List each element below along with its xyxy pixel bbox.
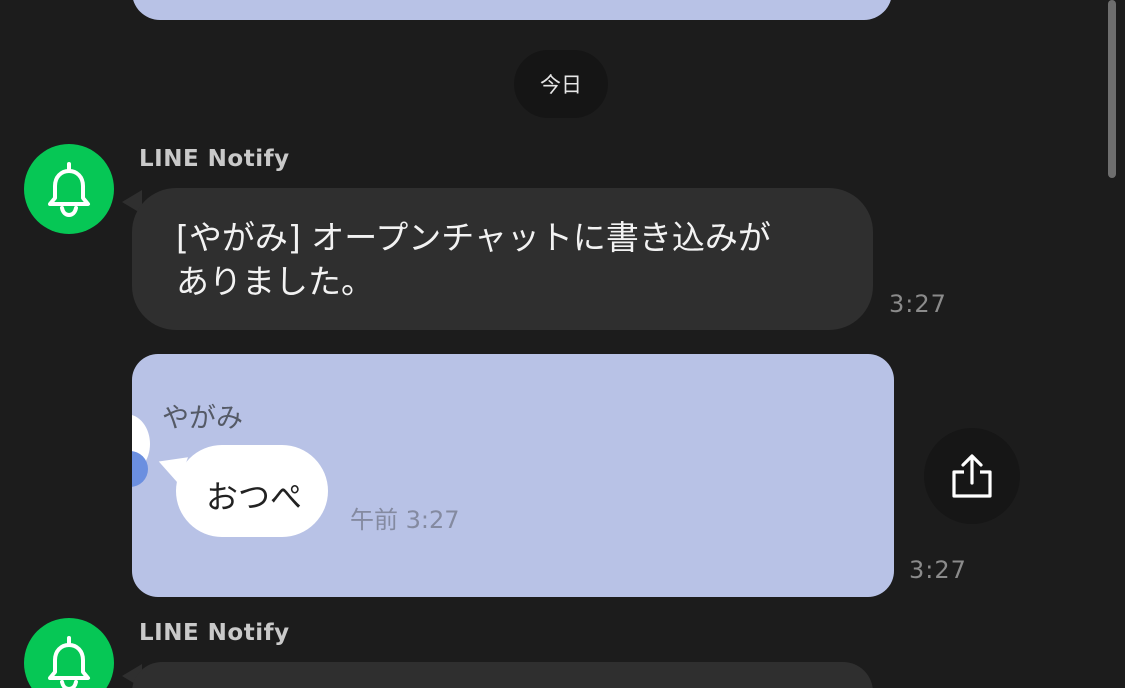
- message-bubble[interactable]: [132, 662, 873, 688]
- bell-icon: [48, 162, 90, 218]
- previous-image-message[interactable]: [132, 0, 892, 20]
- share-button[interactable]: [924, 428, 1020, 524]
- date-divider-label: 今日: [540, 73, 582, 97]
- message-time: 3:27: [889, 290, 947, 318]
- scrollbar[interactable]: [1108, 0, 1116, 178]
- sender-avatar[interactable]: [24, 144, 114, 234]
- sender-avatar[interactable]: [24, 618, 114, 688]
- share-icon: [952, 454, 992, 498]
- message-bubble[interactable]: [やがみ] オープンチャットに書き込みが ありました。: [132, 188, 873, 330]
- image-message[interactable]: やがみ おつぺ 午前 3:27: [132, 354, 894, 597]
- image-time: 午前 3:27: [350, 506, 460, 534]
- message-text: [やがみ] オープンチャットに書き込みが ありました。: [176, 218, 771, 301]
- chat-view: 今日 LINE Notify [やがみ] オープンチャットに書き込みが ありまし…: [0, 0, 1125, 688]
- date-divider: 今日: [514, 50, 608, 118]
- bell-icon: [48, 636, 90, 688]
- sender-name: LINE Notify: [139, 620, 290, 646]
- message-time: 3:27: [909, 556, 967, 584]
- sender-name: LINE Notify: [139, 146, 290, 172]
- image-sender-name: やがみ: [162, 403, 243, 434]
- image-speech-text: おつぺ: [206, 478, 303, 516]
